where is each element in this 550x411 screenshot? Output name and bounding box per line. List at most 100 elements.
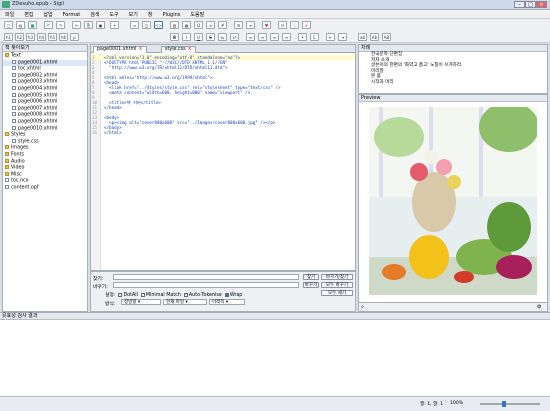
heading-button[interactable]: p	[70, 33, 79, 41]
code-area[interactable]: 1 <?xml version="1.0" encoding="utf-8" st…	[91, 54, 355, 270]
folder-item[interactable]: Fonts	[3, 151, 87, 159]
menu-item[interactable]: 보기	[124, 10, 143, 18]
menu-item[interactable]: 검색	[85, 10, 104, 18]
heading-button[interactable]: h4	[37, 33, 46, 41]
option-checkbox[interactable]	[140, 292, 145, 297]
save-icon[interactable]: ■	[28, 21, 37, 29]
file-item[interactable]: page0009.xhtml	[3, 118, 87, 126]
option-checkbox[interactable]	[118, 292, 123, 297]
book-view-icon[interactable]: ▭	[130, 21, 139, 29]
code-view-icon[interactable]: <>	[154, 21, 163, 29]
menu-item[interactable]: 삽입	[38, 10, 57, 18]
indent-decrease-icon[interactable]: ⇤	[326, 33, 335, 41]
file-item[interactable]: page0004.xhtml	[3, 85, 87, 93]
maximize-button[interactable]: □	[525, 1, 536, 8]
folder-item[interactable]: Video	[3, 165, 87, 172]
superscript-icon[interactable]: x²	[230, 33, 239, 41]
cut-icon[interactable]: ✂	[72, 21, 81, 29]
folder-item[interactable]: Audio	[3, 158, 87, 166]
menu-item[interactable]: Plugins	[157, 11, 185, 18]
list-icon[interactable]: ≡	[246, 21, 255, 29]
heading-button[interactable]: h6	[59, 33, 68, 41]
file-item[interactable]: page0007.xhtml	[3, 105, 87, 113]
menu-item[interactable]: 도구	[104, 10, 123, 18]
replace-find-button[interactable]: 바꾸기/찾기	[321, 274, 353, 280]
file-item[interactable]: page0003.xhtml	[3, 79, 87, 86]
target-select[interactable]: 현재 파일 ▾	[163, 299, 207, 305]
file-item[interactable]: page0008.xhtml	[3, 112, 87, 119]
option-checkbox[interactable]	[183, 292, 188, 297]
heading-button[interactable]: h2	[15, 33, 24, 41]
tab-style-css[interactable]: style.css ×	[161, 46, 196, 53]
close-window-button[interactable]: ×	[536, 1, 547, 8]
spellcheck-icon[interactable]: ✔	[302, 21, 311, 29]
file-item[interactable]: page0005.xhtml	[3, 92, 87, 100]
menu-item[interactable]: 창	[143, 10, 158, 18]
metadata-icon[interactable]: ⓘ	[290, 21, 299, 29]
mode-select[interactable]: 정방향 ▾	[121, 299, 161, 305]
insert-link-icon[interactable]: ∞	[206, 21, 215, 29]
insert-id-icon[interactable]: #	[218, 21, 227, 29]
case-button[interactable]: ab	[358, 33, 367, 41]
copy-icon[interactable]: ⎘	[84, 21, 93, 29]
indent-increase-icon[interactable]: ⇥	[338, 33, 347, 41]
bold-icon[interactable]: B	[170, 33, 179, 41]
file-item[interactable]: page0010.xhtml	[3, 125, 87, 133]
zoom-slider[interactable]	[480, 401, 540, 407]
split-view-icon[interactable]: ◫	[142, 21, 151, 29]
close-tab-icon[interactable]: ×	[138, 47, 142, 52]
count-all-button[interactable]: 모두 세기	[321, 290, 353, 296]
menu-item[interactable]: 도움말	[185, 10, 209, 18]
align-center-icon[interactable]: ≡	[258, 33, 267, 41]
option-checkbox[interactable]	[224, 292, 229, 297]
direction-select[interactable]: 아래쪽 ▾	[209, 299, 245, 305]
underline-icon[interactable]: U	[194, 33, 203, 41]
special-char-icon[interactable]: Ω	[194, 21, 203, 29]
new-file-icon[interactable]: ▢	[4, 21, 13, 29]
toc-item[interactable]: 시작과 머리	[359, 80, 547, 86]
align-right-icon[interactable]: ≡	[270, 33, 279, 41]
subscript-icon[interactable]: x₂	[218, 33, 227, 41]
heading-button[interactable]: h1	[4, 33, 13, 41]
justify-icon[interactable]: ≡	[282, 33, 291, 41]
folder-item[interactable]: Text	[3, 53, 87, 60]
menu-item[interactable]: Format	[58, 11, 86, 18]
insert-table-icon[interactable]: ▦	[182, 21, 191, 29]
file-item[interactable]: style.css	[3, 138, 87, 146]
add-file-icon[interactable]: +	[110, 21, 119, 29]
number-list-icon[interactable]: 1.	[310, 33, 319, 41]
file-item[interactable]: page0006.xhtml	[3, 99, 87, 106]
file-item[interactable]: page0001.xhtml	[3, 59, 87, 67]
file-item[interactable]: toc.ncx	[3, 178, 87, 185]
replace-input[interactable]	[113, 282, 299, 288]
close-tab-icon[interactable]: ×	[188, 47, 192, 52]
redo-icon[interactable]: ↷	[56, 21, 65, 29]
menu-item[interactable]: 편집	[19, 10, 38, 18]
find-button[interactable]: 찾기	[303, 274, 319, 280]
minimize-button[interactable]: –	[514, 1, 525, 8]
preview-icon[interactable]: ⌕	[361, 304, 369, 311]
file-item[interactable]: page0002.xhtml	[3, 72, 87, 80]
heart-icon[interactable]: ♥	[262, 21, 271, 29]
folder-item[interactable]: Misc	[3, 171, 87, 179]
file-item[interactable]: content.opf	[3, 184, 87, 192]
paste-icon[interactable]: ▣	[96, 21, 105, 29]
file-item[interactable]: toc.xhtml	[3, 66, 87, 73]
undo-icon[interactable]: ↶	[44, 21, 53, 29]
case-button[interactable]: AB	[382, 33, 391, 41]
strikethrough-icon[interactable]: S	[206, 33, 215, 41]
replace-all-button[interactable]: 모두 바꾸기	[321, 282, 353, 288]
replace-button[interactable]: 바꾸기	[303, 282, 319, 288]
menu-item[interactable]: 파일	[0, 10, 19, 18]
case-button[interactable]: Ab	[370, 33, 379, 41]
checklist-icon[interactable]: ☰	[234, 21, 243, 29]
toc-icon[interactable]: ☷	[278, 21, 287, 29]
heading-button[interactable]: h5	[48, 33, 57, 41]
insert-image-icon[interactable]: ▧	[170, 21, 179, 29]
folder-item[interactable]: Images	[3, 145, 87, 152]
open-icon[interactable]: ▤	[16, 21, 25, 29]
heading-button[interactable]: h3	[26, 33, 35, 41]
tab-page0001[interactable]: page0001.xhtml ×	[93, 46, 147, 53]
folder-item[interactable]: Styles	[3, 132, 87, 139]
bullet-list-icon[interactable]: •	[298, 33, 307, 41]
